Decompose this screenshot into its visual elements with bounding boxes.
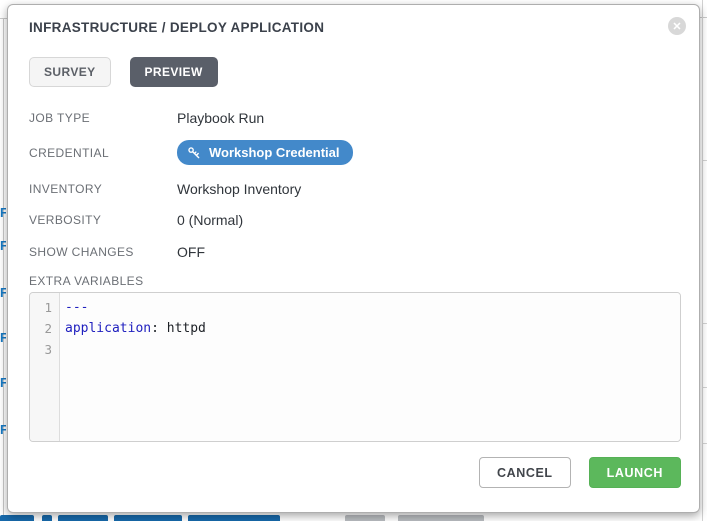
background-link-fragment: F [0, 422, 6, 437]
editor-line-numbers: 1 2 3 [30, 293, 60, 441]
editor-code-area[interactable]: --- application: httpd [60, 293, 680, 441]
line-number: 3 [30, 339, 59, 360]
detail-row-verbosity: VERBOSITY 0 (Normal) [8, 210, 699, 230]
background-link-fragment: F [0, 205, 6, 220]
inventory-value: Workshop Inventory [177, 179, 301, 199]
detail-row-inventory: INVENTORY Workshop Inventory [8, 179, 699, 199]
inventory-label: INVENTORY [29, 179, 102, 199]
detail-row-credential: CREDENTIAL Workshop Credential [8, 143, 699, 163]
background-table-line [702, 443, 707, 444]
yaml-key: application [65, 321, 151, 336]
verbosity-value: 0 (Normal) [177, 210, 243, 230]
modal-title: INFRASTRUCTURE / DEPLOY APPLICATION [29, 20, 324, 35]
show-changes-label: SHOW CHANGES [29, 242, 134, 262]
detail-row-show-changes: SHOW CHANGES OFF [8, 242, 699, 262]
background-link-fragment: F [0, 238, 6, 253]
modal-tabs: SURVEY PREVIEW [29, 57, 218, 87]
launch-button[interactable]: LAUNCH [589, 457, 681, 488]
close-icon[interactable]: ✕ [668, 17, 686, 35]
job-type-label: JOB TYPE [29, 108, 90, 128]
modal-footer: CANCEL LAUNCH [479, 457, 681, 488]
credential-label: CREDENTIAL [29, 143, 109, 163]
background-link-fragment: F [0, 375, 6, 390]
clipped-text-fragment [0, 513, 520, 521]
show-changes-value: OFF [177, 242, 205, 262]
background-link-fragment: F [0, 330, 6, 345]
cancel-button[interactable]: CANCEL [479, 457, 571, 488]
yaml-doc-start: --- [65, 300, 88, 315]
line-number: 2 [30, 318, 59, 339]
yaml-value: : httpd [151, 321, 206, 336]
extra-variables-editor[interactable]: 1 2 3 --- application: httpd [29, 292, 681, 442]
background-link-fragment: F [0, 285, 6, 300]
deploy-application-modal: INFRASTRUCTURE / DEPLOY APPLICATION ✕ SU… [7, 4, 700, 513]
tab-preview[interactable]: PREVIEW [130, 57, 218, 87]
detail-row-job-type: JOB TYPE Playbook Run [8, 108, 699, 128]
code-line: --- [65, 297, 680, 318]
tab-survey[interactable]: SURVEY [29, 57, 111, 87]
code-line: application: httpd [65, 318, 680, 339]
background-table-line [702, 160, 707, 161]
background-table-line [0, 18, 7, 19]
line-number: 1 [30, 297, 59, 318]
job-type-value: Playbook Run [177, 108, 264, 128]
extra-variables-label: EXTRA VARIABLES [29, 274, 144, 288]
background-table-line [702, 323, 707, 324]
background-table-line [702, 387, 707, 388]
credential-badge-label: Workshop Credential [209, 145, 340, 160]
verbosity-label: VERBOSITY [29, 210, 101, 230]
background-table-border [3, 18, 4, 521]
key-icon [187, 146, 201, 160]
credential-badge[interactable]: Workshop Credential [177, 140, 353, 165]
